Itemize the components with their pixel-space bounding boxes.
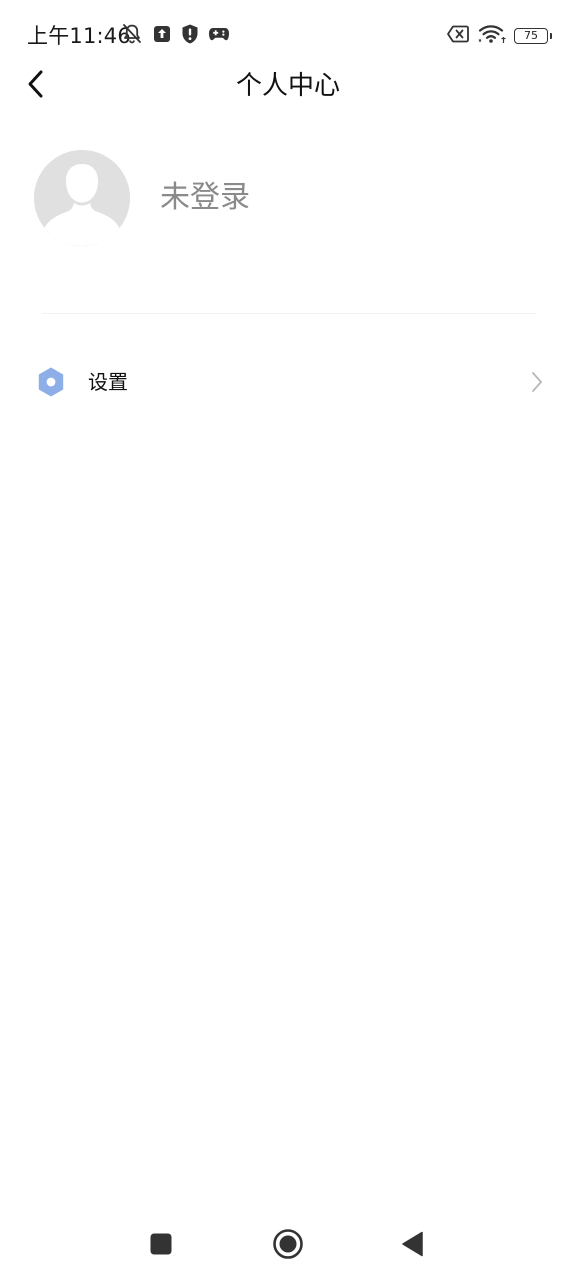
battery-level: 75 bbox=[524, 29, 538, 42]
wifi-icon bbox=[478, 23, 506, 49]
circle-icon bbox=[272, 1228, 304, 1264]
divider bbox=[42, 313, 536, 314]
nav-header: 个人中心 bbox=[0, 56, 576, 116]
upload-icon bbox=[152, 24, 172, 48]
page-title: 个人中心 bbox=[235, 71, 340, 101]
system-nav-bar bbox=[0, 1210, 576, 1280]
square-icon bbox=[149, 1232, 173, 1260]
recents-button[interactable] bbox=[143, 1228, 179, 1264]
triangle-left-icon bbox=[401, 1231, 425, 1261]
home-button[interactable] bbox=[270, 1228, 306, 1264]
menu-item-label: 设置 bbox=[88, 370, 128, 394]
status-system-icons: 75 bbox=[446, 23, 552, 49]
menu-item-settings[interactable]: 设置 bbox=[0, 350, 576, 414]
battery-icon: 75 bbox=[514, 28, 552, 44]
system-back-button[interactable] bbox=[395, 1228, 431, 1264]
sim-error-icon bbox=[446, 24, 470, 48]
profile-section: 未登录 bbox=[34, 150, 250, 246]
settings-hexagon-icon bbox=[36, 366, 66, 398]
status-notification-icons bbox=[120, 24, 230, 48]
avatar[interactable] bbox=[34, 150, 130, 246]
gamepad-icon bbox=[208, 25, 230, 47]
status-time: 上午11:46 bbox=[27, 24, 131, 48]
bell-off-icon bbox=[120, 22, 144, 50]
chevron-right-icon bbox=[530, 370, 544, 394]
login-status[interactable]: 未登录 bbox=[160, 178, 250, 218]
shield-alert-icon bbox=[180, 23, 200, 49]
person-silhouette-icon bbox=[34, 150, 130, 246]
